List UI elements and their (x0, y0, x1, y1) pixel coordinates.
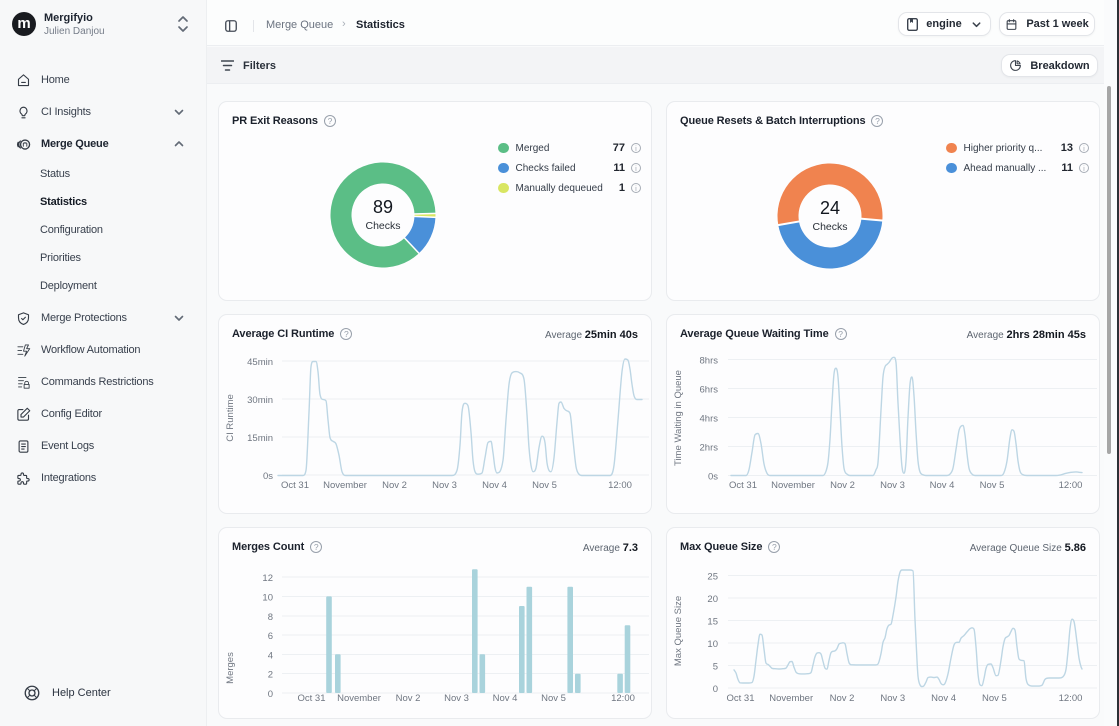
svg-text:November: November (771, 480, 815, 491)
svg-text:2hrs: 2hrs (700, 443, 719, 454)
svg-text:25: 25 (707, 572, 718, 583)
svg-text:45min: 45min (247, 357, 273, 368)
svg-text:Nov 4: Nov 4 (931, 693, 956, 704)
svg-text:8: 8 (268, 612, 273, 623)
svg-text:30min: 30min (247, 395, 273, 406)
svg-text:10: 10 (262, 593, 273, 604)
svg-text:Nov 3: Nov 3 (880, 693, 905, 704)
svg-text:Nov 5: Nov 5 (532, 480, 557, 491)
svg-text:2: 2 (268, 670, 273, 681)
svg-text:November: November (769, 693, 813, 704)
svg-text:Max Queue Size: Max Queue Size (673, 596, 684, 666)
svg-text:Nov 5: Nov 5 (541, 693, 566, 704)
svg-text:Merges: Merges (225, 652, 236, 684)
svg-text:November: November (337, 693, 381, 704)
svg-text:4: 4 (268, 651, 273, 662)
svg-text:November: November (323, 480, 367, 491)
svg-text:Nov 3: Nov 3 (444, 693, 469, 704)
svg-text:0: 0 (713, 684, 718, 695)
svg-text:0s: 0s (263, 471, 273, 482)
svg-text:Nov 4: Nov 4 (482, 480, 507, 491)
svg-text:12:00: 12:00 (608, 480, 632, 491)
svg-text:5: 5 (713, 662, 718, 673)
svg-text:Nov 2: Nov 2 (396, 693, 421, 704)
svg-text:Oct 31: Oct 31 (298, 693, 326, 704)
svg-text:Nov 2: Nov 2 (830, 480, 855, 491)
svg-text:Oct 31: Oct 31 (281, 480, 309, 491)
svg-text:10: 10 (707, 639, 718, 650)
svg-text:Time Waiting in Queue: Time Waiting in Queue (673, 370, 684, 466)
svg-text:Nov 5: Nov 5 (980, 480, 1005, 491)
svg-text:Oct 31: Oct 31 (729, 480, 757, 491)
svg-text:15: 15 (707, 617, 718, 628)
svg-text:Nov 2: Nov 2 (382, 480, 407, 491)
svg-text:0: 0 (268, 689, 273, 700)
svg-text:6hrs: 6hrs (700, 385, 719, 396)
svg-text:Nov 3: Nov 3 (880, 480, 905, 491)
svg-text:0s: 0s (708, 472, 718, 483)
svg-text:4hrs: 4hrs (700, 414, 719, 425)
svg-text:Nov 4: Nov 4 (493, 693, 518, 704)
svg-text:Nov 4: Nov 4 (930, 480, 955, 491)
svg-text:12:00: 12:00 (611, 693, 635, 704)
svg-text:20: 20 (707, 594, 718, 605)
svg-text:Oct 31: Oct 31 (727, 693, 755, 704)
svg-text:Nov 2: Nov 2 (830, 693, 855, 704)
svg-text:6: 6 (268, 631, 273, 642)
svg-text:8hrs: 8hrs (700, 356, 719, 367)
svg-text:Nov 5: Nov 5 (982, 693, 1007, 704)
svg-text:12:00: 12:00 (1059, 693, 1083, 704)
svg-text:12:00: 12:00 (1059, 480, 1083, 491)
svg-text:15min: 15min (247, 433, 273, 444)
svg-text:CI Runtime: CI Runtime (225, 394, 236, 442)
svg-text:12: 12 (262, 573, 273, 584)
svg-text:Nov 3: Nov 3 (432, 480, 457, 491)
